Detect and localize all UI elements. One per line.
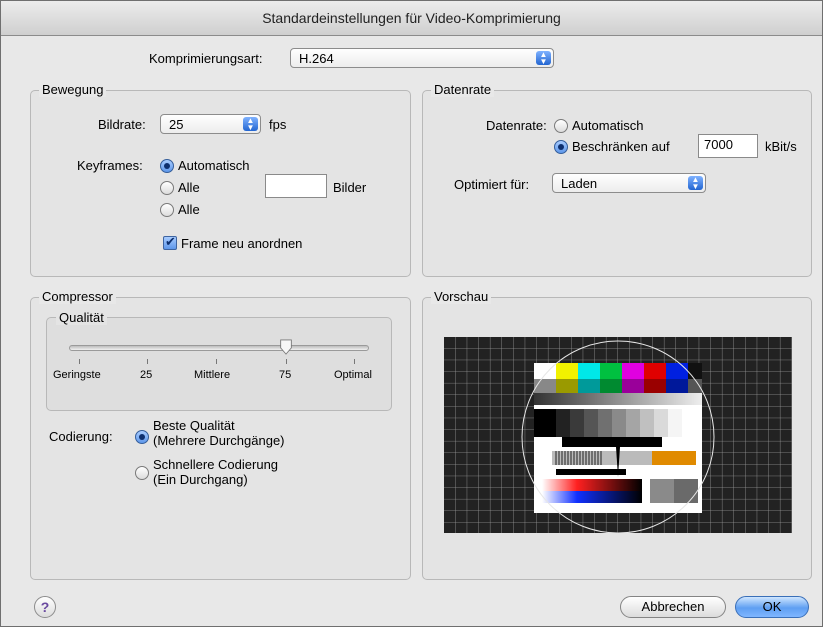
framerate-popup[interactable]: 25 ▲ ▼ [160, 114, 261, 134]
quality-tick [286, 359, 287, 364]
preview-group-title: Vorschau [431, 290, 492, 304]
motion-group-title: Bewegung [39, 83, 107, 97]
window-title: Standardeinstellungen für Video-Komprimi… [1, 1, 822, 36]
reorder-frames-checkbox[interactable] [163, 234, 177, 250]
datarate-auto-label: Automatisch [572, 118, 644, 133]
keyframe-auto-label: Automatisch [178, 158, 250, 173]
keyframe-frames-unit: Bilder [333, 180, 367, 195]
compression-type-popup[interactable]: H.264 ▲ ▼ [290, 48, 554, 68]
compression-value: H.264 [299, 51, 334, 66]
coding-best-line2: (Mehrere Durchgänge) [153, 433, 285, 448]
quality-tick [79, 359, 80, 364]
datarate-group-title: Datenrate [431, 83, 495, 97]
datarate-value-input[interactable]: 7000 [698, 134, 758, 158]
compressor-group-title: Compressor [39, 290, 116, 304]
datarate-unit: kBit/s [765, 139, 797, 154]
optimized-for-popup[interactable]: Laden ▲ ▼ [552, 173, 706, 193]
optimized-for-value: Laden [561, 176, 598, 191]
test-pattern-preview [444, 337, 792, 533]
popup-arrows-icon: ▲ ▼ [243, 117, 258, 132]
datarate-label: Datenrate: [486, 118, 547, 133]
optimized-for-label: Optimiert für: [454, 177, 530, 192]
coding-label: Codierung: [49, 429, 113, 444]
quality-group-title: Qualität [56, 311, 107, 325]
keyframe-all-radio[interactable] [160, 181, 174, 195]
quality-tick [354, 359, 355, 364]
quality-tick [147, 359, 148, 364]
keyframes-label: Keyframes: [77, 158, 143, 173]
keyframe-every-radio[interactable] [160, 203, 174, 217]
cancel-button[interactable]: Abbrechen [620, 596, 726, 618]
framerate-unit: fps [269, 117, 287, 132]
keyframe-auto-radio[interactable] [160, 159, 174, 173]
quality-slider-track[interactable] [69, 345, 369, 351]
quality-label-25: 25 [140, 369, 153, 381]
coding-fast-line2: (Ein Durchgang) [153, 472, 248, 487]
datarate-auto-radio[interactable] [554, 119, 568, 133]
datarate-limit-label: Beschränken auf [572, 139, 670, 154]
reorder-frames-label: Frame neu anordnen [181, 236, 303, 251]
coding-best-radio[interactable] [135, 430, 149, 444]
quality-label-mid: Mittlere [194, 369, 231, 381]
keyframe-frames-input[interactable] [265, 174, 327, 198]
quality-label-max: Optimal [334, 369, 372, 381]
quality-tick [216, 359, 217, 364]
quality-group [46, 317, 392, 411]
coding-fast-line1: Schnellere Codierung [153, 457, 279, 472]
coding-best-label: Beste Qualität (Mehrere Durchgänge) [153, 418, 285, 448]
popup-arrows-icon: ▲ ▼ [688, 176, 703, 191]
framerate-label: Bildrate: [98, 117, 146, 132]
keyframe-all-label: Alle [178, 180, 200, 195]
quality-slider-thumb[interactable] [279, 339, 293, 355]
datarate-limit-radio[interactable] [554, 140, 568, 154]
quality-label-75: 75 [279, 369, 292, 381]
coding-fast-radio[interactable] [135, 466, 149, 480]
coding-fast-label: Schnellere Codierung (Ein Durchgang) [153, 457, 278, 487]
coding-best-line1: Beste Qualität [153, 418, 235, 433]
framerate-value: 25 [169, 117, 184, 132]
keyframe-every-label: Alle [178, 202, 200, 217]
dialog-window: Standardeinstellungen für Video-Komprimi… [0, 0, 823, 627]
quality-label-min: Geringste [53, 369, 101, 381]
popup-arrows-icon: ▲ ▼ [536, 51, 551, 66]
help-button[interactable]: ? [34, 596, 56, 618]
compression-label: Komprimierungsart: [149, 51, 263, 66]
ok-button[interactable]: OK [735, 596, 809, 618]
